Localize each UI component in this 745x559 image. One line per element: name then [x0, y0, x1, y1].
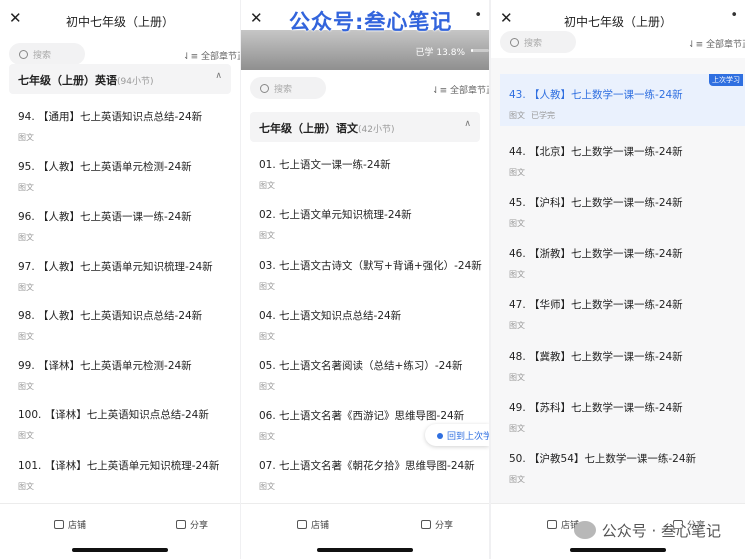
list-item[interactable]: 95. 【人教】七上英语单元检测-24新 图文 [18, 159, 236, 205]
list-item[interactable]: 101. 【译林】七上英语单元知识梳理-24新 图文 [18, 458, 236, 504]
search-icon [510, 38, 519, 47]
footer-watermark: 公众号 · 叁心笔记 [573, 520, 721, 541]
search-bar: 搜索 ⇃≡ 全部章节正 [241, 74, 489, 104]
group-header-chinese[interactable]: 七年级（上册）语文(42小节) ∧ [250, 112, 480, 142]
store-icon [297, 520, 307, 529]
watermark-text: 公众号:叁心笔记 [289, 10, 453, 34]
list-item[interactable]: 96. 【人教】七上英语一课一练-24新 图文 [18, 209, 236, 255]
progress-fill [471, 49, 474, 52]
list-item[interactable]: 97. 【人教】七上英语单元知识梳理-24新 图文 [18, 259, 236, 305]
list-item[interactable]: 02. 七上语文单元知识梳理-24新 图文 [259, 207, 485, 253]
sort-icon: ⇃≡ [432, 86, 450, 96]
all-chapters-button[interactable]: ⇃≡ 全部章节正 [688, 37, 745, 50]
search-input[interactable]: 搜索 [250, 77, 326, 99]
page-title: 初中七年级（上册） [65, 15, 174, 29]
last-study-badge: 上次学习 [709, 74, 743, 86]
store-button[interactable]: 店铺 [297, 518, 329, 531]
share-icon [421, 520, 431, 529]
store-icon [54, 520, 64, 529]
close-icon[interactable]: ✕ [250, 11, 263, 26]
chevron-up-icon: ∧ [464, 119, 471, 129]
search-input[interactable]: 搜索 [500, 31, 576, 53]
list-item[interactable]: 98. 【人教】七上英语知识点总结-24新 图文 [18, 308, 236, 354]
store-icon [547, 520, 557, 529]
location-pin-icon [437, 433, 443, 439]
sort-icon: ⇃≡ [183, 52, 201, 62]
list-item[interactable]: 07. 七上语文名著《朝花夕拾》思维导图-24新 图文 [259, 458, 485, 504]
wechat-logo-icon [573, 521, 596, 539]
home-indicator [570, 548, 666, 552]
search-icon [19, 50, 28, 59]
top-bar: ✕ 初中七年级（上册） [0, 0, 240, 42]
home-indicator [72, 548, 168, 552]
group-header-english[interactable]: 七年级（上册）英语(94小节) ∧ [9, 64, 231, 94]
chevron-up-icon: ∧ [215, 71, 222, 81]
list-item[interactable]: 01. 七上语文一课一练-24新 图文 [259, 157, 485, 203]
panel-math: ✕ 初中七年级（上册） • 搜索 ⇃≡ 全部章节正 上次学习 43. 【人教】七… [491, 0, 745, 559]
list-item[interactable]: 45. 【沪科】七上数学一课一练-24新 图文 [509, 195, 741, 241]
progress-bar [471, 49, 489, 52]
panel-chinese: ✕ • 已学 13.8% 公众号:叁心笔记 搜索 ⇃≡ 全部章节正 七年级（上册… [241, 0, 489, 559]
list-item[interactable]: 03. 七上语文古诗文（默写+背诵+强化）-24新 图文 [259, 258, 485, 304]
all-chapters-button[interactable]: ⇃≡ 全部章节正 [432, 83, 489, 96]
list-item[interactable]: 48. 【冀教】七上数学一课一练-24新 图文 [509, 349, 741, 395]
list-item[interactable]: 05. 七上语文名著阅读（总结+练习）-24新 图文 [259, 358, 485, 404]
list-item[interactable]: 46. 【浙教】七上数学一课一练-24新 图文 [509, 246, 741, 292]
go-to-last-button[interactable]: 回到上次学 [425, 424, 489, 446]
search-bar: 搜索 ⇃≡ 全部章节正 [491, 28, 745, 58]
store-button[interactable]: 店铺 [54, 518, 86, 531]
share-icon [176, 520, 186, 529]
list-item[interactable]: 94. 【通用】七上英语知识点总结-24新 图文 [18, 109, 236, 155]
list-item[interactable]: 47. 【华师】七上数学一课一练-24新 图文 [509, 297, 741, 343]
bottom-bar: 店铺 分享 [241, 503, 489, 559]
share-button[interactable]: 分享 [176, 518, 208, 531]
share-button[interactable]: 分享 [421, 518, 453, 531]
panel-english: ✕ 初中七年级（上册） 搜索 ⇃≡ 全部章节正 七年级（上册）英语(94小节) … [0, 0, 240, 559]
list-item[interactable]: 04. 七上语文知识点总结-24新 图文 [259, 308, 485, 354]
list-item[interactable]: 100. 【译林】七上英语知识点总结-24新 图文 [18, 407, 236, 453]
search-icon [260, 84, 269, 93]
list-item[interactable]: 99. 【译林】七上英语单元检测-24新 图文 [18, 358, 236, 404]
list-item-current[interactable]: 上次学习 43. 【人教】七上数学一课一练-24新 图文 已学完 [500, 74, 745, 126]
list-item[interactable]: 44. 【北京】七上数学一课一练-24新 图文 [509, 144, 741, 190]
list-item[interactable]: 50. 【沪教54】七上数学一课一练-24新 图文 [509, 451, 741, 497]
list-item[interactable]: 49. 【苏科】七上数学一课一练-24新 图文 [509, 400, 741, 446]
progress-label: 已学 13.8% [415, 48, 465, 58]
status-badge: 已学完 [531, 111, 555, 120]
bottom-bar: 店铺 分享 [0, 503, 240, 559]
all-chapters-button[interactable]: ⇃≡ 全部章节正 [183, 49, 240, 62]
sort-icon: ⇃≡ [688, 40, 706, 50]
more-icon[interactable]: • [730, 8, 739, 23]
search-input[interactable]: 搜索 [9, 43, 85, 65]
home-indicator [317, 548, 413, 552]
more-icon[interactable]: • [474, 8, 483, 23]
